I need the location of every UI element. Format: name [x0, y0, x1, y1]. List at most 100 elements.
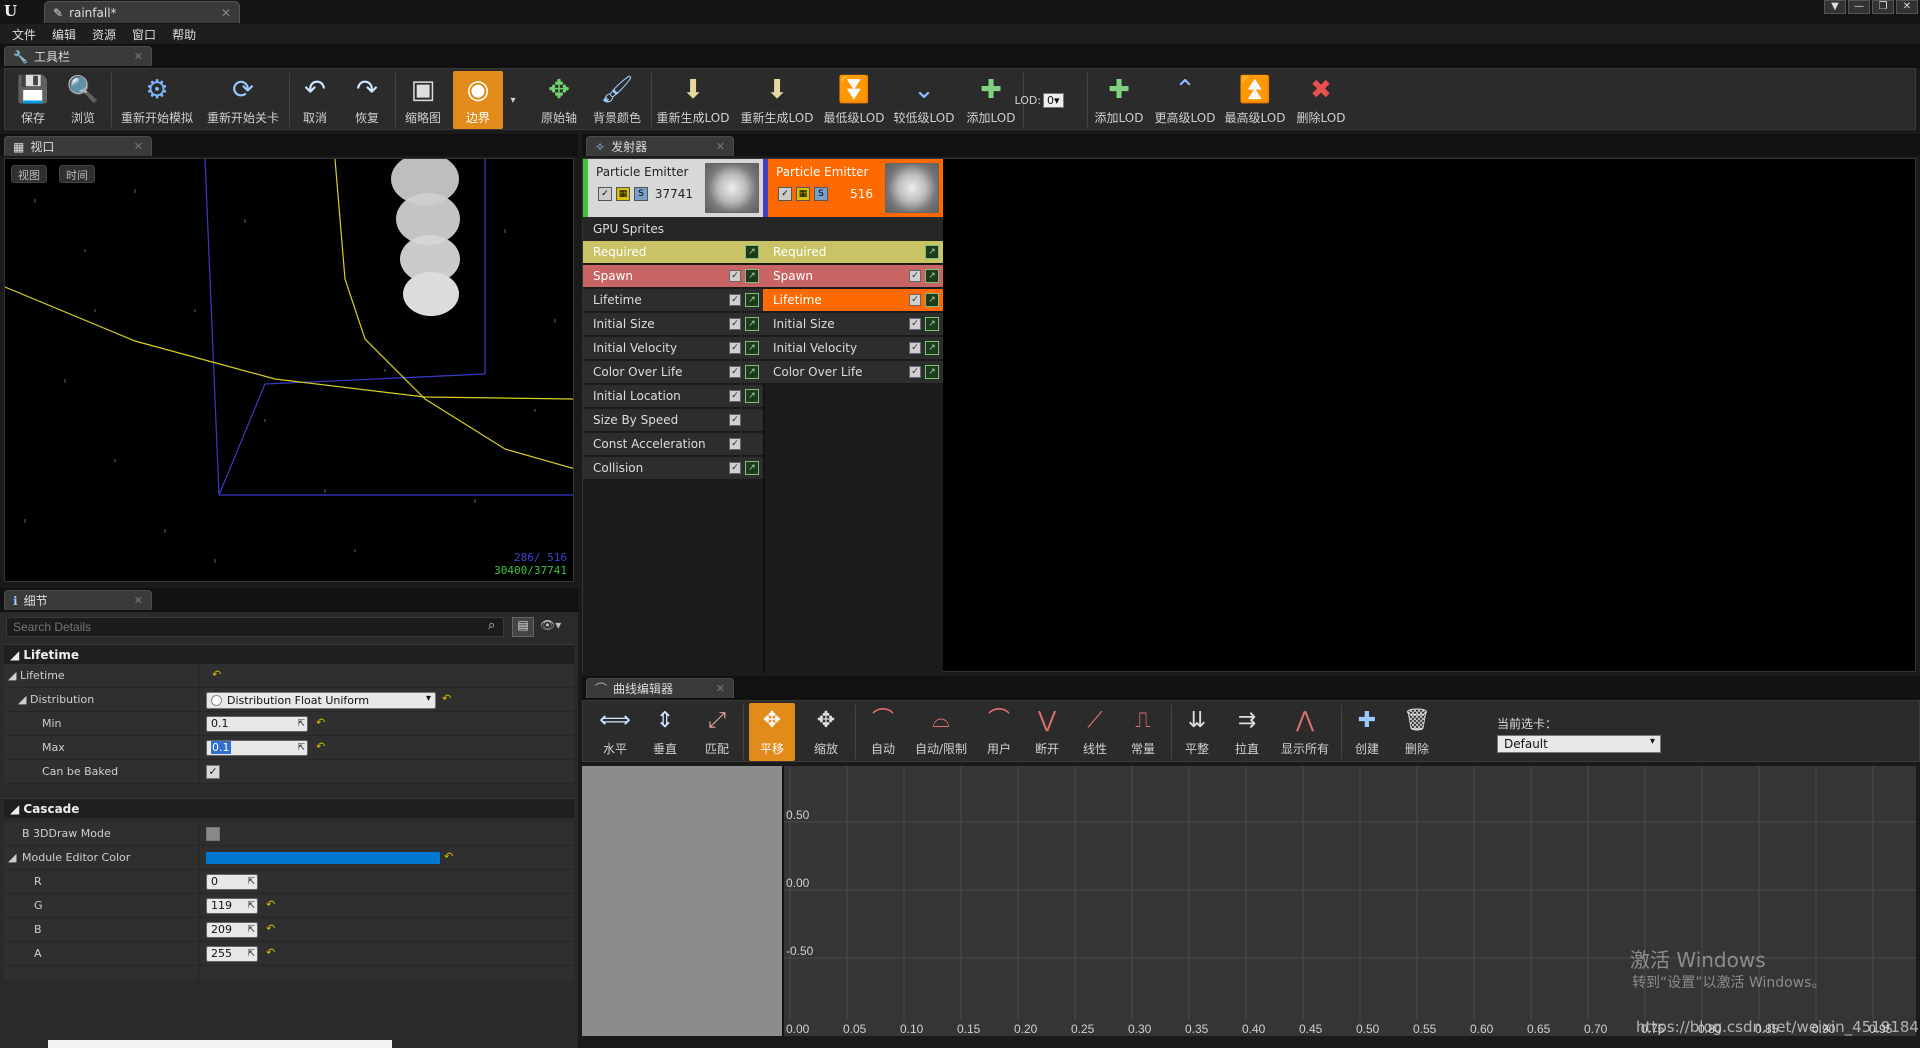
close-tab-icon[interactable]: ✕ — [134, 140, 143, 153]
fit-button[interactable]: ⤢ 匹配 — [695, 703, 739, 761]
module-spawn[interactable]: Spawn ✓ ↗ — [763, 265, 943, 288]
reset-arrow-icon[interactable]: ↶ — [266, 946, 275, 959]
linear-button[interactable]: ⟋ 线性 — [1073, 703, 1117, 761]
viewport-canvas[interactable]: 视图 时间 286/ 516 30400/37741 — [4, 158, 574, 582]
lod-selector[interactable]: LOD: 0▾ — [1014, 71, 1064, 129]
enable-checkbox-icon[interactable]: ✓ — [729, 414, 741, 426]
maximize-button[interactable]: ❐ — [1872, 0, 1894, 14]
enable-checkbox-icon[interactable]: ✓ — [909, 294, 921, 306]
module-initial-size[interactable]: Initial Size ✓ ↗ — [763, 313, 943, 336]
solo-icon[interactable]: ▦ — [796, 187, 810, 201]
curve-list[interactable] — [582, 766, 782, 1036]
current-tab-dropdown[interactable]: Default ▾ — [1497, 735, 1661, 753]
expand-arrow-icon[interactable]: ◢ — [8, 851, 16, 864]
editor-color-swatch[interactable] — [206, 852, 440, 864]
module-required[interactable]: Required ↗ — [763, 241, 943, 264]
delete-button[interactable]: 🗑 删除 — [1395, 703, 1439, 761]
regenerate-lod-button-1[interactable]: ⬇ 重新生成LOD — [653, 71, 733, 129]
tab-viewport[interactable]: ▦ 视口 ✕ — [4, 136, 152, 156]
close-tab-icon[interactable]: ✕ — [716, 140, 725, 153]
view-mode-button[interactable]: 视图 — [11, 165, 47, 183]
expand-arrow-icon[interactable]: ◢ — [8, 669, 16, 682]
reset-arrow-icon[interactable]: ↶ — [442, 692, 451, 705]
document-tab[interactable]: ✎ rainfall* ✕ — [44, 1, 240, 23]
r-number-input[interactable]: 0 ⇱ — [206, 874, 258, 890]
restart-simulation-button[interactable]: ⚙ 重新开始模拟 — [115, 71, 199, 129]
menu-file[interactable]: 文件 — [8, 24, 48, 44]
enable-checkbox-icon[interactable]: ✓ — [729, 318, 741, 330]
create-button[interactable]: ✚ 创建 — [1345, 703, 1389, 761]
close-window-button[interactable]: ✕ — [1896, 0, 1918, 14]
module-lifetime[interactable]: Lifetime ✓ ↗ — [583, 289, 763, 312]
menu-edit[interactable]: 编辑 — [48, 24, 88, 44]
module-initial-size[interactable]: Initial Size ✓ ↗ — [583, 313, 763, 336]
close-tab-icon[interactable]: ✕ — [716, 682, 725, 695]
curve-graph-icon[interactable]: ↗ — [925, 245, 939, 259]
enable-checkbox-icon[interactable]: ✓ — [909, 270, 921, 282]
curve-graph-icon[interactable]: ↗ — [745, 317, 759, 331]
fit-vertical-button[interactable]: ⇕ 垂直 — [643, 703, 687, 761]
reset-arrow-icon[interactable]: ↶ — [316, 740, 325, 753]
grid-view-icon[interactable]: ▤ — [512, 617, 534, 637]
zoom-button[interactable]: ✥ 缩放 — [803, 703, 849, 761]
sprite-icon[interactable]: S — [814, 187, 828, 201]
tab-curve-editor[interactable]: ⌒ 曲线编辑器 ✕ — [586, 678, 734, 698]
search-icon[interactable]: ⌕ — [488, 618, 495, 633]
curve-graph-icon[interactable]: ↗ — [925, 317, 939, 331]
max-number-input[interactable]: 0.1 ⇱ — [206, 740, 308, 756]
module-required[interactable]: Required ↗ — [583, 241, 763, 264]
lower-lod-button[interactable]: ⌄ 较低级LOD — [891, 71, 957, 129]
enable-checkbox-icon[interactable]: ✓ — [598, 187, 612, 201]
save-button[interactable]: 💾 保存 — [11, 71, 55, 129]
curve-graph-icon[interactable]: ↗ — [925, 365, 939, 379]
regenerate-lod-button-2[interactable]: ⬇ 重新生成LOD — [737, 71, 817, 129]
emitter-2-header[interactable]: Particle Emitter ✓ ▦ S 516 — [763, 159, 943, 217]
straighten-button[interactable]: ⇉ 拉直 — [1225, 703, 1269, 761]
curve-graph-icon[interactable]: ↗ — [745, 341, 759, 355]
notification-icon[interactable]: ▼ — [1824, 0, 1846, 14]
close-tab-icon[interactable]: ✕ — [221, 6, 231, 20]
curve-graph-icon[interactable]: ↗ — [745, 245, 759, 259]
higher-lod-button[interactable]: ⌃ 更高级LOD — [1153, 71, 1217, 129]
eye-icon[interactable]: 👁▾ — [540, 618, 561, 632]
fit-horizontal-button[interactable]: ⟺ 水平 — [593, 703, 637, 761]
add-lod-down-button[interactable]: ✚ 添加LOD — [961, 71, 1021, 129]
module-color-over-life[interactable]: Color Over Life ✓ ↗ — [583, 361, 763, 384]
thumbnail-button[interactable]: ▣ 缩略图 — [399, 71, 447, 129]
module-const-acceleration[interactable]: Const Acceleration ✓ — [583, 433, 763, 456]
lowest-lod-button[interactable]: ⏬ 最低级LOD — [821, 71, 887, 129]
expand-arrow-icon[interactable]: ◢ — [18, 693, 26, 706]
curve-graph-icon[interactable]: ↗ — [745, 293, 759, 307]
emitter-1-header[interactable]: Particle Emitter ✓ ▦ S 37741 — [583, 159, 763, 217]
enable-checkbox-icon[interactable]: ✓ — [778, 187, 792, 201]
browse-button[interactable]: 🔍 浏览 — [61, 71, 105, 129]
category-cascade[interactable]: ◢ Cascade — [4, 798, 574, 818]
bounds-dropdown[interactable]: ▾ — [505, 71, 521, 129]
menu-help[interactable]: 帮助 — [168, 24, 208, 44]
minimize-button[interactable]: — — [1848, 0, 1870, 14]
curve-plot[interactable]: 0.00 0.05 0.10 0.15 0.20 0.25 0.30 0.35 0.40 0.45… — [782, 766, 1916, 1036]
redo-button[interactable]: ↷ 恢复 — [343, 71, 391, 129]
module-initial-velocity[interactable]: Initial Velocity ✓ ↗ — [763, 337, 943, 360]
enable-checkbox-icon[interactable]: ✓ — [729, 366, 741, 378]
curve-graph-icon[interactable]: ↗ — [745, 461, 759, 475]
show-all-button[interactable]: ⋀ 显示所有 — [1273, 703, 1337, 761]
highest-lod-button[interactable]: ⏫ 最高级LOD — [1223, 71, 1287, 129]
enable-checkbox-icon[interactable]: ✓ — [729, 462, 741, 474]
menu-asset[interactable]: 资源 — [88, 24, 128, 44]
reset-arrow-icon[interactable]: ↶ — [266, 922, 275, 935]
module-spawn[interactable]: Spawn ✓ ↗ — [583, 265, 763, 288]
solo-icon[interactable]: ▦ — [616, 187, 630, 201]
break-tangent-button[interactable]: ⋁ 断开 — [1025, 703, 1069, 761]
bounds-button[interactable]: ◉ 边界 — [453, 71, 503, 129]
menu-window[interactable]: 窗口 — [128, 24, 168, 44]
a-number-input[interactable]: 255 ⇱ — [206, 946, 258, 962]
enable-checkbox-icon[interactable]: ✓ — [729, 270, 741, 282]
lod-value-box[interactable]: 0▾ — [1043, 92, 1064, 108]
close-tab-icon[interactable]: ✕ — [134, 50, 143, 63]
pan-button[interactable]: ✥ 平移 — [749, 703, 795, 761]
3ddraw-checkbox[interactable] — [206, 827, 220, 841]
can-be-baked-checkbox[interactable]: ✓ — [206, 765, 220, 779]
distribution-dropdown[interactable]: Distribution Float Uniform ▾ — [206, 692, 436, 709]
undo-button[interactable]: ↶ 取消 — [291, 71, 339, 129]
